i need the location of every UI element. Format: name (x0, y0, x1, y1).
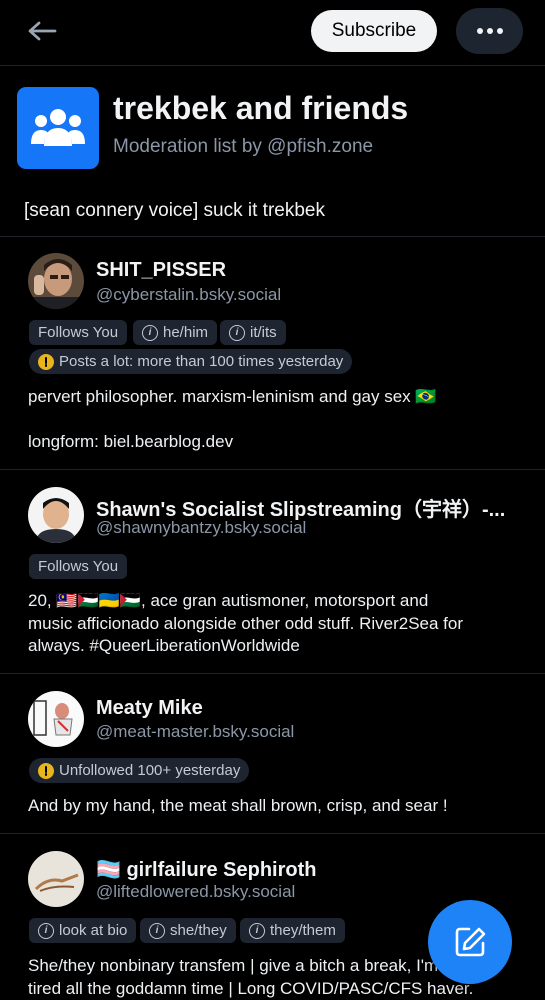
top-bar: Subscribe (0, 0, 545, 66)
member-bio: pervert philosopher. marxism-leninism an… (28, 387, 437, 451)
more-dots-icon (476, 28, 503, 34)
alert-icon (38, 353, 54, 370)
member-handle: @cyberstalin.bsky.social (96, 285, 282, 304)
activity-alert-badge[interactable]: Posts a lot: more than 100 times yesterd… (29, 349, 353, 374)
activity-alert-badge[interactable]: Unfollowed 100+ yesterday (29, 758, 250, 783)
divider (0, 469, 545, 470)
pronoun-label[interactable]: i it/its (220, 320, 286, 345)
compose-button[interactable] (428, 900, 512, 984)
list-description: [sean connery voice] suck it trekbek (24, 200, 325, 221)
member-name: Meaty Mike (96, 697, 203, 719)
list-avatar (17, 87, 99, 169)
group-icon (31, 109, 85, 146)
member-handle: @shawnybantzy.bsky.social (96, 518, 307, 537)
member-handle: @liftedlowered.bsky.social (96, 882, 296, 901)
list-title: trekbek and friends (113, 90, 409, 126)
avatar[interactable] (28, 851, 84, 907)
follows-you-badge: Follows You (29, 554, 128, 579)
avatar[interactable] (28, 253, 84, 309)
back-button[interactable] (24, 15, 60, 47)
avatar[interactable] (28, 691, 84, 747)
more-options-button[interactable] (456, 8, 523, 54)
pronoun-label[interactable]: i he/him (133, 320, 218, 345)
avatar[interactable] (28, 487, 84, 543)
info-icon: i (249, 922, 265, 939)
info-icon: i (142, 324, 158, 341)
member-name: SHIT_PISSER (96, 259, 227, 281)
alert-icon (38, 762, 54, 779)
member-name: 🏳️‍⚧️ girlfailure Sephiroth (96, 859, 317, 881)
divider (0, 833, 545, 834)
divider (0, 236, 545, 237)
member-bio: She/they nonbinary transfem | give a bit… (28, 956, 474, 998)
pronoun-label[interactable]: i she/they (140, 918, 236, 943)
subscribe-button[interactable]: Subscribe (311, 10, 437, 52)
member-handle: @meat-master.bsky.social (96, 722, 295, 741)
list-subtitle[interactable]: Moderation list by @pfish.zone (113, 136, 373, 158)
trans-flag-icon: 🏳️‍⚧️ (96, 859, 121, 881)
compose-icon (455, 927, 486, 957)
info-icon: i (38, 922, 54, 939)
info-icon: i (229, 324, 245, 341)
divider (0, 673, 545, 674)
back-arrow-icon (28, 21, 57, 41)
info-icon: i (149, 922, 165, 939)
pronoun-label[interactable]: i they/them (240, 918, 345, 943)
member-bio: And by my hand, the meat shall brown, cr… (28, 796, 448, 815)
follows-you-badge: Follows You (29, 320, 128, 345)
label-badge[interactable]: i look at bio (29, 918, 137, 943)
member-bio: 20, 🇲🇾🇵🇸🇺🇦🇵🇸, ace gran autismoner, motor… (28, 591, 464, 655)
